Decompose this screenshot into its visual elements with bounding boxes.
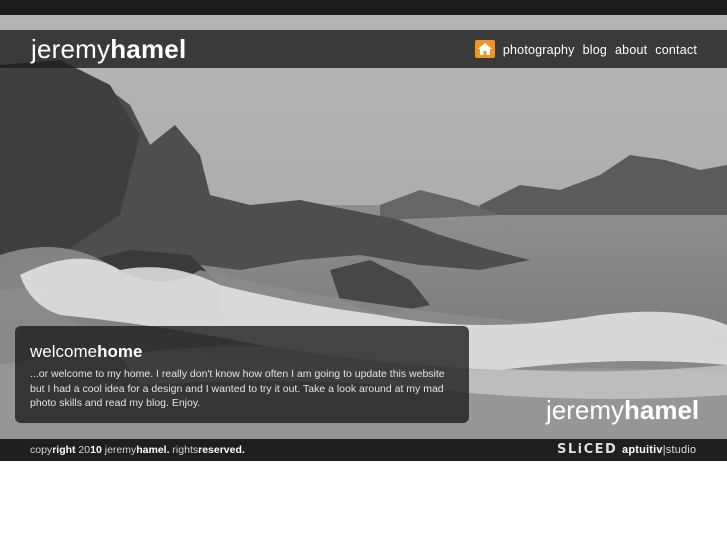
copyright-copy: copy [30, 444, 53, 456]
copyright-right: right [52, 444, 76, 456]
aptuitiv-logo[interactable]: aptuitiv|studio [622, 444, 696, 456]
top-bar [0, 0, 727, 15]
copyright-name-a: jeremy [101, 444, 137, 456]
home-icon[interactable] [474, 40, 495, 58]
site-logo[interactable]: jeremyhamel [31, 36, 186, 62]
aptuitiv-studio: |studio [662, 444, 697, 456]
welcome-body: ...or welcome to my home. I really don't… [30, 368, 445, 410]
welcome-panel: welcomehome ...or welcome to my home. I … [15, 326, 469, 423]
copyright-rights-b: reserved. [198, 444, 245, 456]
welcome-title-light: welcome [30, 342, 98, 361]
site-footer: copyright 2010 jeremyhamel. rightsreserv… [0, 439, 727, 461]
welcome-title: welcomehome [30, 343, 469, 361]
photo-watermark: jeremyhamel [546, 396, 699, 424]
aptuitiv-name: aptuitiv [622, 444, 663, 456]
watermark-light: jeremy [546, 395, 625, 425]
copyright-year-a: 20 [75, 444, 91, 456]
welcome-title-bold: home [97, 342, 143, 361]
logo-bold-text: hamel [110, 34, 187, 64]
page: jeremyhamel photography blog about conta… [0, 0, 727, 545]
main-nav: photography blog about contact [474, 40, 697, 59]
site-header: jeremyhamel photography blog about conta… [0, 30, 727, 68]
copyright-rights-a: rights [169, 444, 199, 456]
sliced-logo[interactable]: SLiCED [557, 442, 617, 457]
watermark-bold: hamel [624, 395, 700, 425]
nav-about[interactable]: about [615, 43, 647, 57]
copyright-text: copyright 2010 jeremyhamel. rightsreserv… [30, 444, 245, 456]
nav-blog[interactable]: blog [583, 43, 607, 57]
nav-photography[interactable]: photography [503, 43, 575, 57]
copyright-name-b: hamel. [136, 444, 170, 456]
nav-contact[interactable]: contact [655, 43, 697, 57]
copyright-year-b: 10 [90, 444, 102, 456]
logo-light-text: jeremy [31, 34, 111, 64]
